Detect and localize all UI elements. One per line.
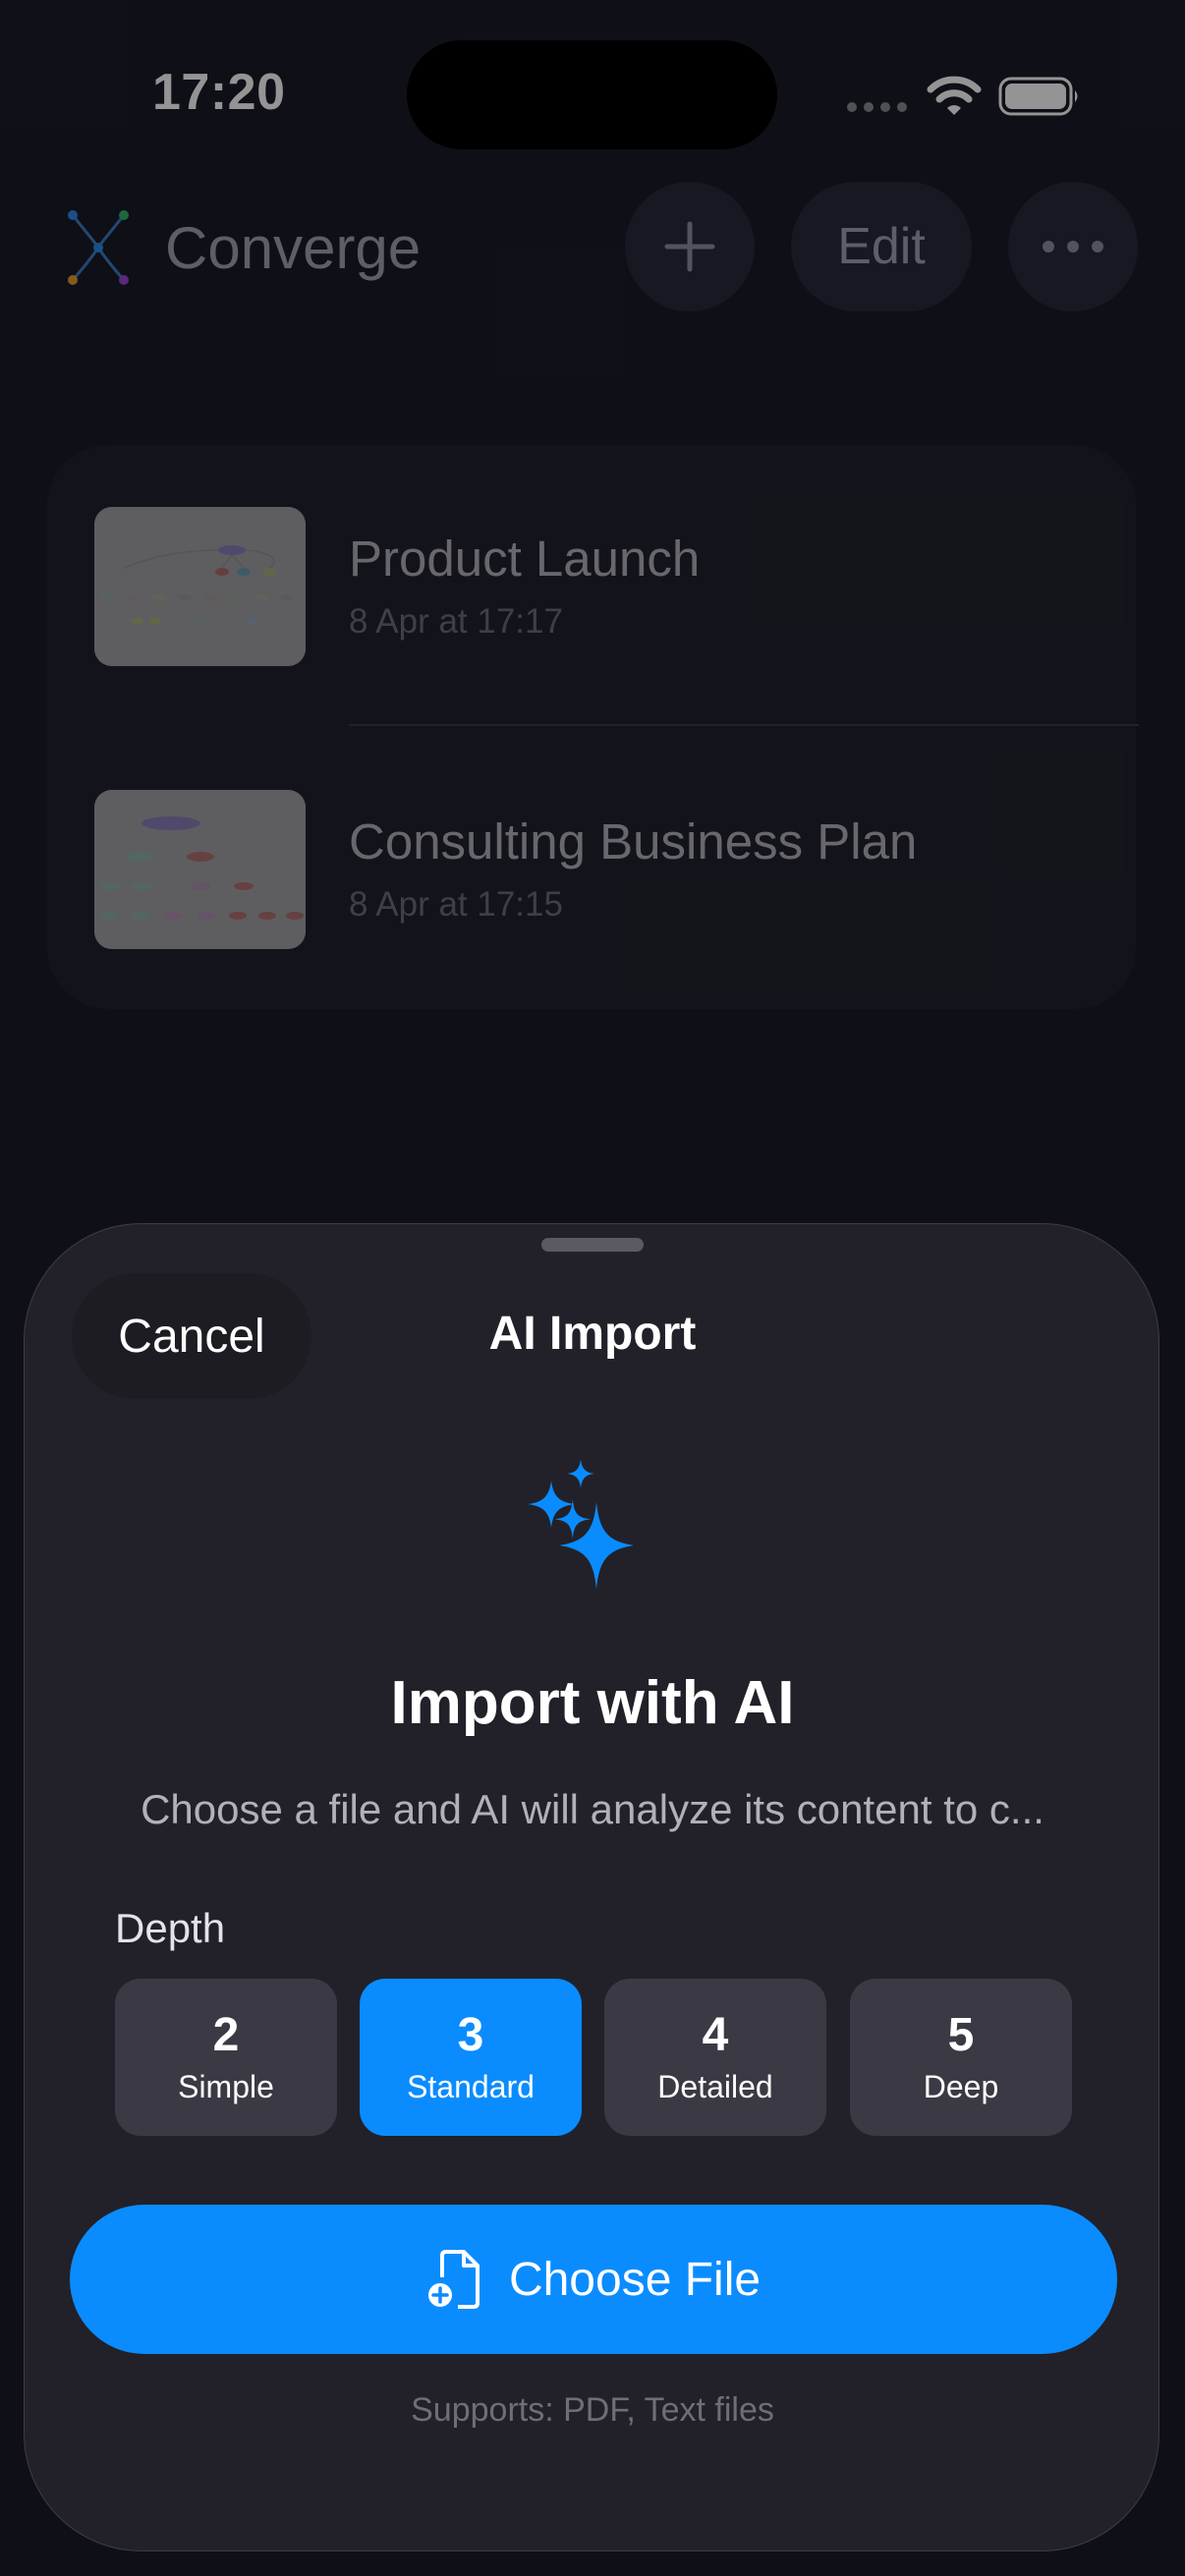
choose-file-label: Choose File	[508, 2253, 762, 2306]
doc-add-icon	[427, 2250, 480, 2309]
depth-option-label: Detailed	[657, 2069, 773, 2104]
depth-option-detailed[interactable]: 4 Detailed	[604, 1979, 826, 2136]
depth-option-label: Deep	[923, 2069, 999, 2104]
sparkles-icon	[528, 1459, 634, 1589]
import-description: Choose a file and AI will analyze its co…	[141, 1786, 1044, 1832]
sheet-grabber[interactable]	[541, 1238, 644, 1252]
ai-import-sheet: Cancel AI Import Import with AI Choose a…	[24, 1223, 1159, 2551]
import-heading: Import with AI	[390, 1669, 795, 1737]
sheet-title: AI Import	[488, 1308, 697, 1360]
depth-label: Depth	[115, 1905, 226, 1951]
depth-option-label: Simple	[178, 2069, 274, 2104]
depth-option-value: 5	[947, 2009, 975, 2061]
depth-option-value: 4	[702, 2009, 729, 2061]
depth-option-value: 2	[212, 2009, 240, 2061]
depth-option-simple[interactable]: 2 Simple	[115, 1979, 337, 2136]
depth-option-label: Standard	[407, 2069, 535, 2104]
depth-option-deep[interactable]: 5 Deep	[850, 1979, 1072, 2136]
supported-formats-text: Supports: PDF, Text files	[411, 2391, 774, 2429]
depth-option-value: 3	[457, 2009, 484, 2061]
choose-file-button[interactable]: Choose File	[70, 2205, 1117, 2354]
depth-segmented-control: 2 Simple 3 Standard 4 Detailed 5 Deep	[115, 1979, 1072, 2136]
depth-option-standard[interactable]: 3 Standard	[360, 1979, 582, 2136]
